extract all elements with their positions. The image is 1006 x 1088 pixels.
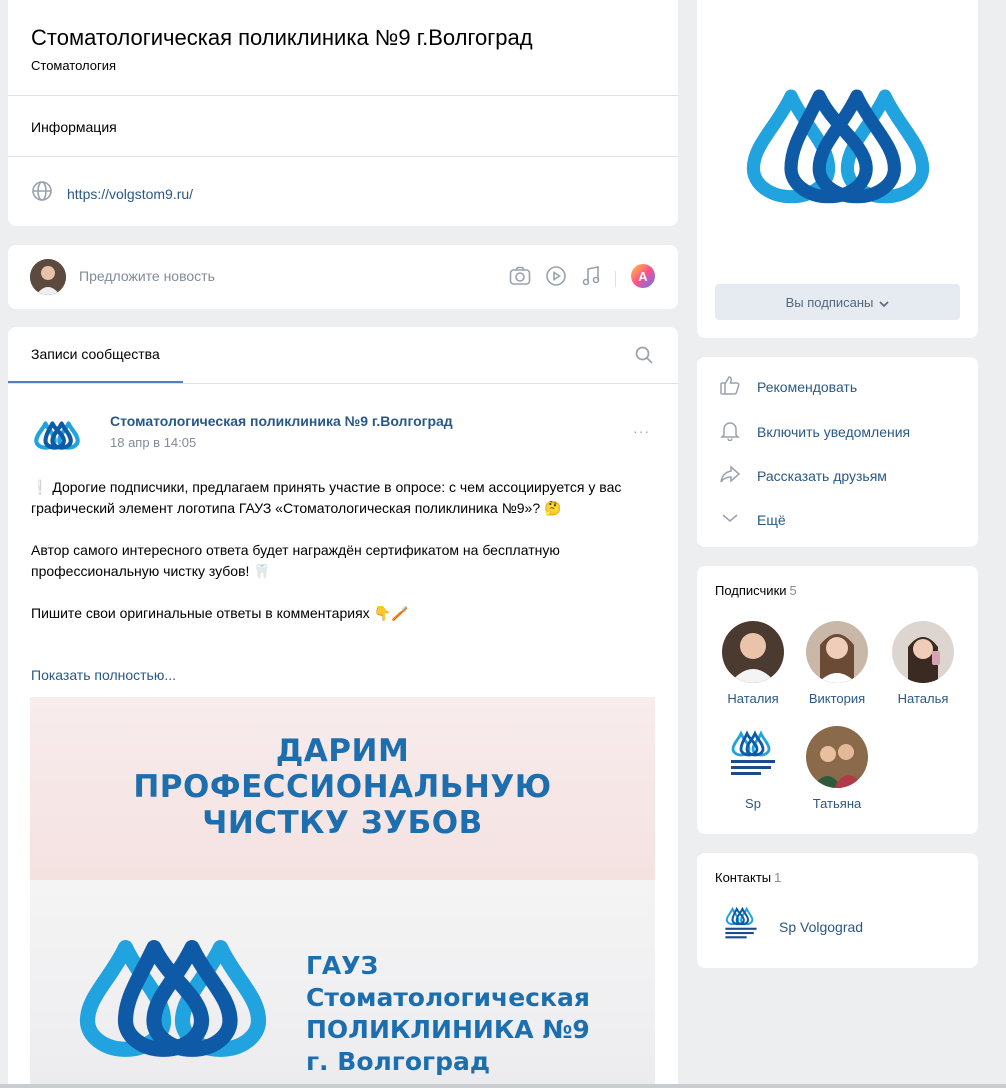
community-header-card: Стоматологическая поликлиника №9 г.Волго… xyxy=(8,0,678,226)
photo-icon[interactable] xyxy=(509,266,531,291)
post-text-line xyxy=(31,519,651,540)
share-label: Рассказать друзьям xyxy=(757,467,887,484)
post-text-line: Автор самого интересного ответа будет на… xyxy=(31,542,560,579)
avatar xyxy=(722,621,784,683)
subscriber-name: Наталья xyxy=(897,691,949,706)
video-icon[interactable] xyxy=(545,265,567,292)
post-more-button[interactable]: ··· xyxy=(633,423,650,439)
subscriber-item[interactable]: Виктория xyxy=(795,621,879,706)
image-headline-line: ЧИСТКУ ЗУБОВ xyxy=(202,805,483,841)
community-cover-card: Вы подписаны xyxy=(697,0,978,338)
contacts-count: 1 xyxy=(774,870,782,885)
image-org-line: ПОЛИКЛИНИКА №9 xyxy=(306,1015,590,1044)
subscriber-name: Наталия xyxy=(727,691,779,706)
bell-icon xyxy=(719,419,741,444)
show-more-link[interactable]: Показать полностью... xyxy=(31,667,176,683)
separator xyxy=(615,270,616,287)
share-icon xyxy=(719,463,741,488)
post-text-line: Пишите свои оригинальные ответы в коммен… xyxy=(31,605,409,621)
info-section-title: Информация xyxy=(31,119,117,135)
post-text: ❕ Дорогие подписчики, предлагаем принять… xyxy=(31,477,651,624)
avatar xyxy=(722,726,784,788)
image-headline-line: ПРОФЕССИОНАЛЬНУЮ xyxy=(133,769,552,805)
post-text-line: ❕ Дорогие подписчики, предлагаем принять… xyxy=(31,479,622,516)
chevron-down-icon xyxy=(879,295,889,310)
subscriber-name: Sp xyxy=(745,796,761,811)
post-author-logo[interactable] xyxy=(34,415,80,455)
community-category[interactable]: Стоматология xyxy=(31,58,116,73)
thumbs-up-icon xyxy=(719,374,741,399)
recommend-action[interactable]: Рекомендовать xyxy=(719,374,857,399)
globe-icon xyxy=(31,180,53,207)
post-text-line xyxy=(31,582,651,603)
post-image[interactable]: ДАРИМ ПРОФЕССИОНАЛЬНУЮ ЧИСТКУ ЗУБОВ ГАУЗ… xyxy=(30,697,655,1088)
chevron-down-icon xyxy=(719,507,741,532)
contacts-header[interactable]: Контакты 1 xyxy=(715,870,781,885)
subscribers-card: Подписчики 5 Наталия Виктория Наталья Sp… xyxy=(697,566,978,834)
website-link[interactable]: https://volgstom9.ru/ xyxy=(67,186,193,202)
wall-card: Записи сообщества Стоматологическая поли… xyxy=(8,327,678,1088)
share-action[interactable]: Рассказать друзьям xyxy=(719,463,887,488)
divider xyxy=(8,95,678,96)
image-org-line: Стоматологическая xyxy=(306,983,590,1012)
image-headline-line: ДАРИМ xyxy=(275,733,410,769)
website-row: https://volgstom9.ru/ xyxy=(31,180,193,207)
more-action[interactable]: Ещё xyxy=(719,507,786,532)
community-actions-card: Рекомендовать Включить уведомления Расск… xyxy=(697,357,978,547)
subscribers-title: Подписчики xyxy=(715,583,787,598)
notifications-action[interactable]: Включить уведомления xyxy=(719,419,910,444)
divider xyxy=(8,156,678,157)
subscriber-name: Татьяна xyxy=(812,796,862,811)
avatar xyxy=(806,726,868,788)
subscriber-item[interactable]: Татьяна xyxy=(795,726,879,811)
attach-toolbar: A xyxy=(509,263,656,294)
post-date[interactable]: 18 апр в 14:05 xyxy=(110,435,196,450)
tab-community-posts[interactable]: Записи сообщества xyxy=(8,327,183,383)
subscribed-label: Вы подписаны xyxy=(785,294,874,310)
subscribed-button[interactable]: Вы подписаны xyxy=(715,284,960,320)
contact-name[interactable]: Sp Volgograd xyxy=(779,919,863,935)
suggest-news-input[interactable]: Предложите новость xyxy=(79,268,215,284)
search-icon[interactable] xyxy=(634,345,654,370)
contacts-title: Контакты xyxy=(715,870,772,885)
suggest-news-card: Предложите новость A xyxy=(8,245,678,309)
contact-avatar[interactable] xyxy=(719,905,763,954)
music-icon[interactable] xyxy=(581,265,601,292)
contacts-card: Контакты 1 Sp Volgograd xyxy=(697,853,978,968)
community-title: Стоматологическая поликлиника №9 г.Волго… xyxy=(31,25,533,50)
subscriber-item[interactable]: Sp xyxy=(711,726,795,811)
subscriber-item[interactable]: Наталия xyxy=(711,621,795,706)
divider xyxy=(8,383,678,384)
avatar xyxy=(892,621,954,683)
recommend-label: Рекомендовать xyxy=(757,378,858,395)
more-label: Ещё xyxy=(757,511,786,528)
svg-text:A: A xyxy=(638,269,648,284)
post-author-name[interactable]: Стоматологическая поликлиника №9 г.Волго… xyxy=(110,413,453,429)
subscribers-header[interactable]: Подписчики 5 xyxy=(715,583,797,598)
image-org-line: ГАУЗ xyxy=(306,951,379,980)
avatar xyxy=(806,621,868,683)
image-logo xyxy=(78,927,268,1072)
community-logo[interactable] xyxy=(744,86,932,209)
poster-icon[interactable]: A xyxy=(630,263,656,294)
bottom-edge xyxy=(0,1084,1006,1088)
subscriber-item[interactable]: Наталья xyxy=(881,621,965,706)
image-org-line: г. Волгоград xyxy=(306,1047,491,1076)
subscribers-count: 5 xyxy=(789,583,797,598)
notifications-label: Включить уведомления xyxy=(757,423,911,440)
subscriber-name: Виктория xyxy=(808,691,866,706)
user-avatar[interactable] xyxy=(30,259,66,295)
